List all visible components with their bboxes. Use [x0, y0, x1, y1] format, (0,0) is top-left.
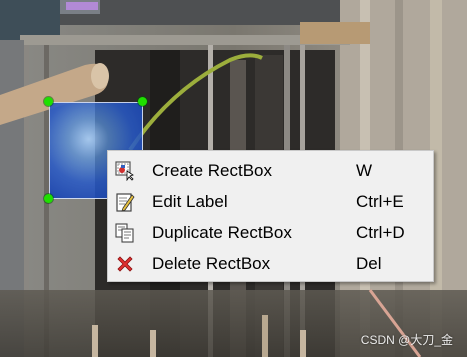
menu-item-label: Create RectBox: [152, 161, 272, 180]
resize-handle-bottom-left[interactable]: [44, 194, 53, 203]
menu-item-shortcut: Ctrl+E: [356, 192, 404, 211]
menu-item-label: Edit Label: [152, 192, 228, 211]
menu-item-delete-rectbox[interactable]: Delete RectBox Del: [108, 248, 433, 279]
menu-item-shortcut: W: [356, 161, 373, 180]
watermark: CSDN @大刀_金: [360, 333, 453, 347]
menu-item-label: Duplicate RectBox: [152, 223, 292, 242]
menu-item-shortcut: Ctrl+D: [356, 223, 405, 242]
create-rectbox-icon: [115, 161, 135, 182]
edit-label-icon: [115, 192, 135, 212]
menu-item-edit-label[interactable]: Edit Label Ctrl+E: [108, 186, 433, 217]
context-menu: Create RectBox W Edit Label Ctrl+E Dupli…: [107, 150, 434, 282]
resize-handle-top-right[interactable]: [138, 97, 147, 106]
delete-icon: [115, 254, 135, 274]
menu-item-create-rectbox[interactable]: Create RectBox W: [108, 155, 433, 186]
labeling-canvas[interactable]: Create RectBox W Edit Label Ctrl+E Dupli…: [0, 0, 467, 357]
menu-item-shortcut: Del: [356, 254, 382, 273]
duplicate-icon: [115, 223, 135, 243]
menu-item-duplicate-rectbox[interactable]: Duplicate RectBox Ctrl+D: [108, 217, 433, 248]
menu-item-label: Delete RectBox: [152, 254, 271, 273]
resize-handle-top-left[interactable]: [44, 97, 53, 106]
